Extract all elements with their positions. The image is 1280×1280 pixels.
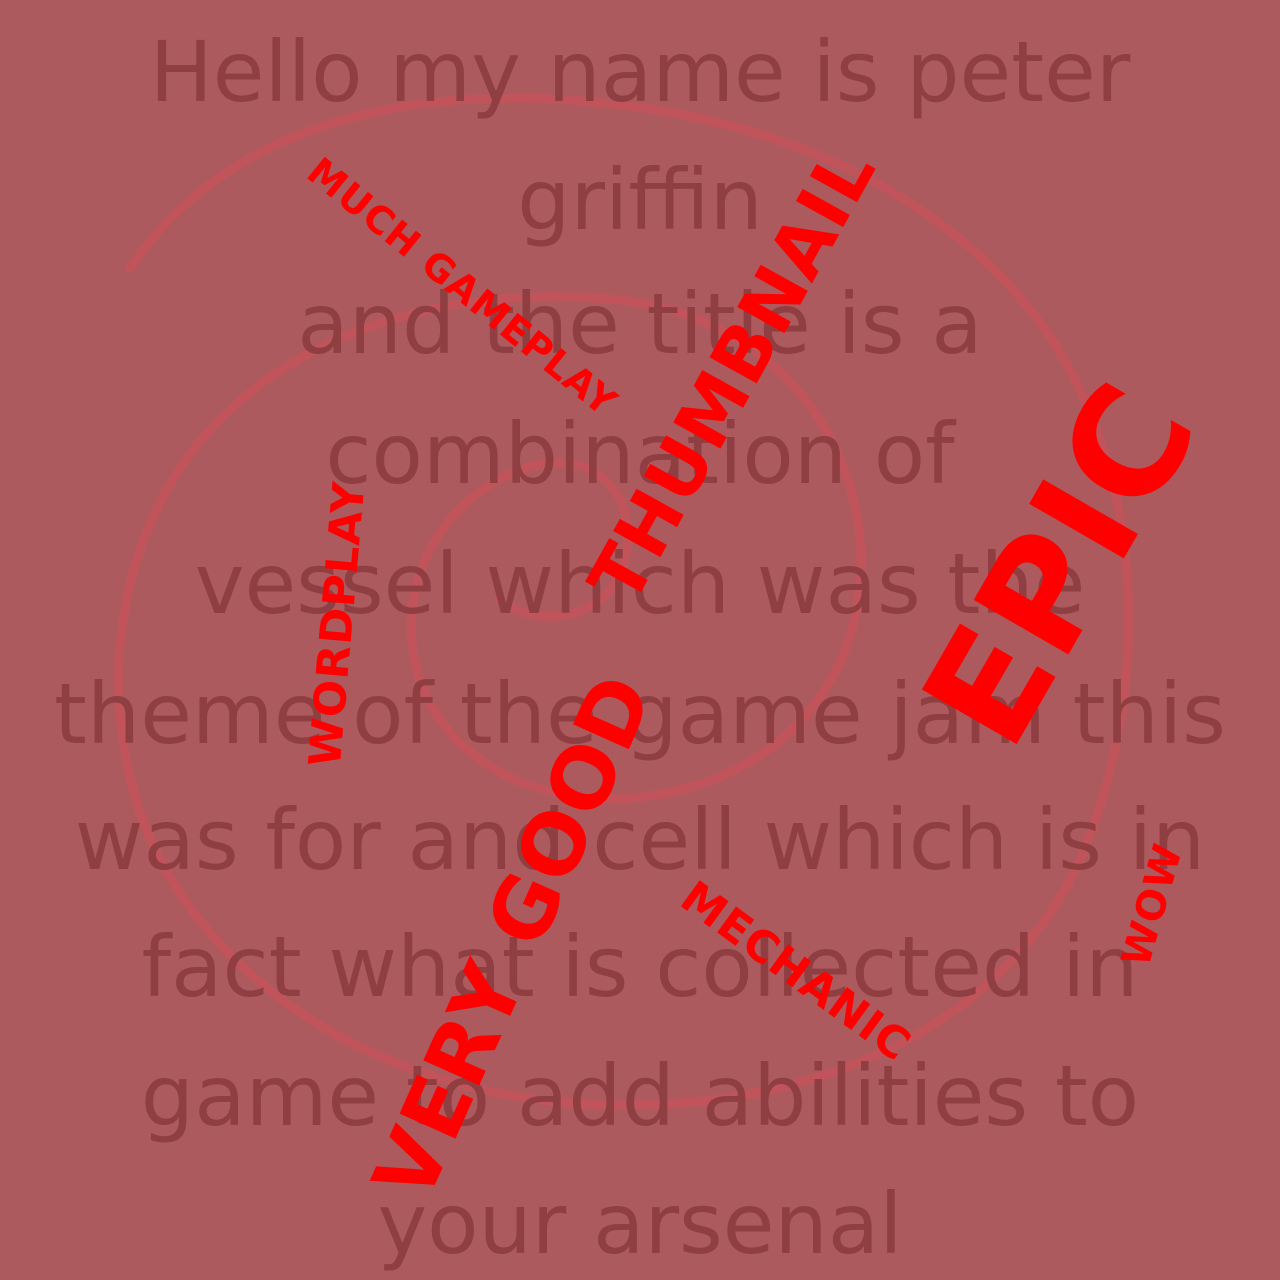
paragraph-line: fact what is collected in <box>141 918 1139 1016</box>
paragraph-line: griffin <box>517 151 763 249</box>
paragraph-line: and the title is a <box>297 275 983 373</box>
paragraph-line: your arsenal <box>377 1175 903 1273</box>
paragraph-line: was for and cell which is in <box>74 791 1206 889</box>
paragraph-line: game to add abilities to <box>140 1047 1140 1145</box>
thumbnail-canvas: Hello my name is peter griffin and the t… <box>0 0 1280 1280</box>
paragraph-line: Hello my name is peter <box>149 23 1131 121</box>
